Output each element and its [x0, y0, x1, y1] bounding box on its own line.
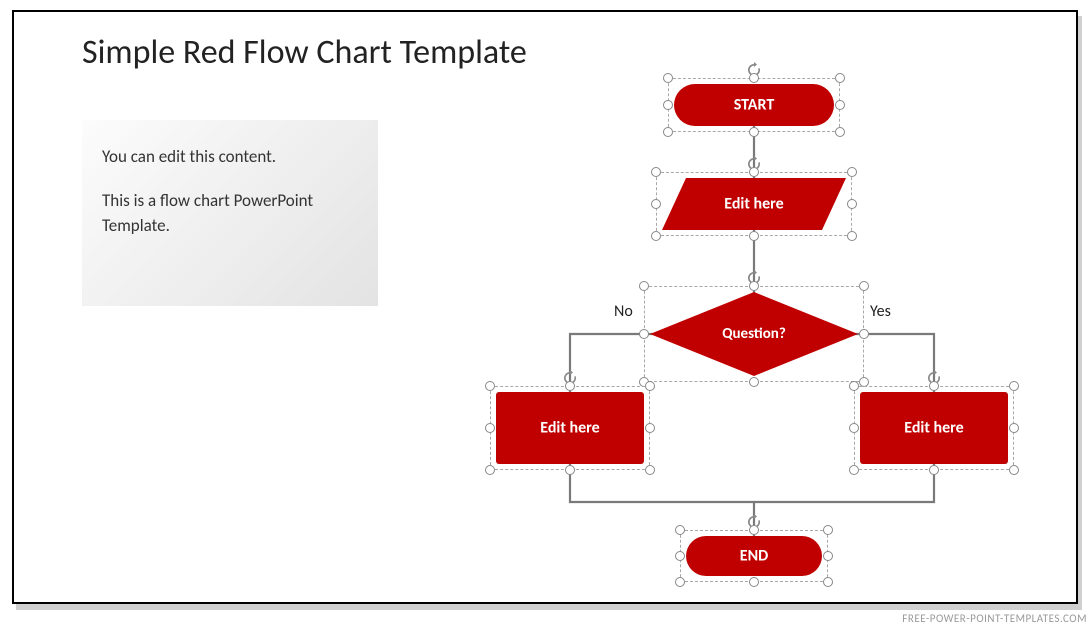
- footer-watermark: FREE-POWER-POINT-TEMPLATES.COM: [902, 612, 1087, 625]
- no-label: No: [614, 302, 633, 321]
- description-line-1: You can edit this content.: [102, 144, 358, 170]
- slide-title: Simple Red Flow Chart Template: [82, 32, 527, 73]
- process-right[interactable]: Edit here: [860, 392, 1008, 464]
- description-textbox[interactable]: You can edit this content. This is a flo…: [82, 120, 378, 306]
- start-terminator[interactable]: START: [674, 84, 834, 126]
- connector-layer: [14, 12, 1080, 606]
- process-parallelogram[interactable]: Edit here: [662, 178, 846, 230]
- end-terminator[interactable]: END: [686, 536, 822, 576]
- decision-diamond[interactable]: Question?: [650, 292, 858, 376]
- yes-label: Yes: [870, 302, 891, 321]
- description-line-2: This is a flow chart PowerPoint Template…: [102, 188, 358, 239]
- process-left[interactable]: Edit here: [496, 392, 644, 464]
- slide: Simple Red Flow Chart Template You can e…: [12, 10, 1078, 604]
